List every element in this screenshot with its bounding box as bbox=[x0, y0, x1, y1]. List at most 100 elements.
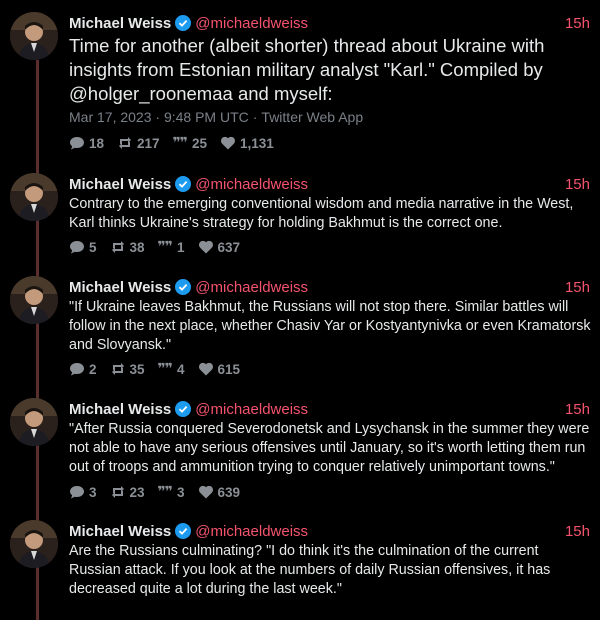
like-count: 639 bbox=[217, 484, 241, 500]
quote-count: 1 bbox=[176, 239, 185, 255]
reply-count: 5 bbox=[89, 239, 97, 255]
avatar-photo bbox=[10, 398, 58, 446]
reply-bubble-icon bbox=[70, 486, 84, 499]
heart-icon bbox=[198, 485, 213, 499]
retweet-count: 35 bbox=[129, 361, 145, 377]
retweet-icon bbox=[111, 241, 124, 253]
tweet-actions: 3 23 ❞❞ 3 639 bbox=[69, 484, 253, 500]
retweet-button[interactable]: 217 bbox=[117, 135, 160, 151]
quote-count: 3 bbox=[176, 484, 185, 500]
tweet-header: Michael Weiss @michaeldweiss 15h bbox=[69, 276, 590, 298]
tweet-time[interactable]: 15h bbox=[565, 401, 590, 418]
tweet-text: "If Ukraine leaves Bakhmut, the Russians… bbox=[69, 299, 591, 353]
like-button[interactable]: 615 bbox=[198, 361, 241, 377]
tweet-client: Twitter Web App bbox=[261, 109, 364, 125]
tweet-header: Michael Weiss @michaeldweiss 15h bbox=[69, 12, 590, 34]
tweet[interactable]: Michael Weiss @michaeldweiss 15h "If Ukr… bbox=[0, 276, 600, 381]
quote-icon: ❞❞ bbox=[157, 361, 173, 377]
author-handle[interactable]: @michaeldweiss bbox=[195, 176, 308, 193]
like-count: 1,131 bbox=[240, 135, 274, 151]
avatar-photo bbox=[10, 173, 58, 221]
retweet-button[interactable]: 35 bbox=[110, 361, 145, 377]
tweet-text: Are the Russians culminating? "I do thin… bbox=[69, 543, 551, 597]
tweet[interactable]: Michael Weiss @michaeldweiss 15h Time fo… bbox=[0, 12, 600, 157]
reply-bubble-icon bbox=[70, 363, 84, 376]
like-count: 637 bbox=[217, 239, 241, 255]
quote-icon: ❞❞ bbox=[157, 239, 173, 255]
retweet-count: 23 bbox=[129, 484, 145, 500]
author-handle[interactable]: @michaeldweiss bbox=[195, 523, 308, 540]
reply-count: 18 bbox=[89, 135, 105, 151]
avatar-photo bbox=[10, 12, 58, 60]
avatar-photo bbox=[10, 520, 58, 568]
avatar[interactable] bbox=[10, 520, 58, 568]
tweet-time[interactable]: 15h bbox=[565, 176, 590, 193]
avatar[interactable] bbox=[10, 398, 58, 446]
author-handle[interactable]: @michaeldweiss bbox=[195, 401, 308, 418]
heart-icon bbox=[198, 362, 213, 376]
quote-icon: ❞❞ bbox=[172, 135, 188, 151]
quote-count: 4 bbox=[176, 361, 185, 377]
tweet-meta: Mar 17, 2023 · 9:48 PM UTC · Twitter Web A… bbox=[69, 109, 364, 125]
like-button[interactable]: 637 bbox=[198, 239, 241, 255]
reply-count: 3 bbox=[89, 484, 97, 500]
retweet-icon bbox=[111, 363, 124, 375]
author-handle[interactable]: @michaeldweiss bbox=[195, 279, 308, 296]
tweet-date[interactable]: Mar 17, 2023 · 9:48 PM UTC bbox=[69, 109, 249, 125]
author-handle[interactable]: @michaeldweiss bbox=[195, 15, 308, 32]
tweet-actions: 18 217 ❞❞ 25 1,131 bbox=[69, 135, 287, 151]
quote-button[interactable]: ❞❞ 4 bbox=[158, 361, 185, 377]
heart-icon bbox=[198, 240, 213, 254]
like-button[interactable]: 1,131 bbox=[220, 135, 274, 151]
tweet[interactable]: Michael Weiss @michaeldweiss 15h Contrar… bbox=[0, 173, 600, 261]
author-name[interactable]: Michael Weiss bbox=[69, 401, 171, 418]
retweet-icon bbox=[111, 486, 124, 498]
retweet-icon bbox=[119, 137, 132, 149]
retweet-button[interactable]: 23 bbox=[110, 484, 145, 500]
retweet-button[interactable]: 38 bbox=[110, 239, 145, 255]
author-name[interactable]: Michael Weiss bbox=[69, 15, 171, 32]
like-count: 615 bbox=[217, 361, 241, 377]
quote-count: 25 bbox=[192, 135, 208, 151]
quote-button[interactable]: ❞❞ 25 bbox=[173, 135, 207, 151]
verified-badge-icon bbox=[175, 176, 192, 192]
verified-badge-icon bbox=[175, 279, 192, 295]
avatar[interactable] bbox=[10, 276, 58, 324]
verified-badge-icon bbox=[175, 401, 192, 417]
reply-button[interactable]: 18 bbox=[69, 135, 104, 151]
tweet-actions: 5 38 ❞❞ 1 637 bbox=[69, 239, 253, 255]
like-button[interactable]: 639 bbox=[198, 484, 241, 500]
reply-button[interactable]: 3 bbox=[69, 484, 97, 500]
quote-icon: ❞❞ bbox=[157, 484, 173, 500]
verified-badge-icon bbox=[175, 523, 192, 539]
heart-icon bbox=[221, 136, 236, 150]
quote-button[interactable]: ❞❞ 3 bbox=[158, 484, 185, 500]
retweet-count: 217 bbox=[137, 135, 160, 151]
tweet-header: Michael Weiss @michaeldweiss 15h bbox=[69, 173, 590, 195]
author-name[interactable]: Michael Weiss bbox=[69, 523, 171, 540]
reply-count: 2 bbox=[89, 361, 97, 377]
tweet[interactable]: Michael Weiss @michaeldweiss 15h "After … bbox=[0, 398, 600, 503]
avatar[interactable] bbox=[10, 12, 58, 60]
reply-button[interactable]: 5 bbox=[69, 239, 97, 255]
tweet-time[interactable]: 15h bbox=[565, 279, 590, 296]
tweet-text: Time for another (albeit shorter) thread… bbox=[69, 35, 545, 104]
avatar-photo bbox=[10, 276, 58, 324]
verified-badge-icon bbox=[175, 15, 192, 31]
tweet-time[interactable]: 15h bbox=[565, 523, 590, 540]
tweet-header: Michael Weiss @michaeldweiss 15h bbox=[69, 398, 590, 420]
reply-button[interactable]: 2 bbox=[69, 361, 97, 377]
tweet[interactable]: Michael Weiss @michaeldweiss 15h Are the… bbox=[0, 520, 600, 604]
author-name[interactable]: Michael Weiss bbox=[69, 279, 171, 296]
quote-button[interactable]: ❞❞ 1 bbox=[158, 239, 185, 255]
tweet-header: Michael Weiss @michaeldweiss 15h bbox=[69, 520, 590, 542]
tweet-time[interactable]: 15h bbox=[565, 15, 590, 32]
author-name[interactable]: Michael Weiss bbox=[69, 176, 171, 193]
reply-bubble-icon bbox=[70, 241, 84, 254]
tweet-actions: 2 35 ❞❞ 4 615 bbox=[69, 361, 253, 377]
avatar[interactable] bbox=[10, 173, 58, 221]
reply-bubble-icon bbox=[70, 137, 84, 150]
tweet-text: "After Russia conquered Severodonetsk an… bbox=[69, 421, 590, 475]
tweet-text: Contrary to the emerging conventional wi… bbox=[69, 196, 574, 231]
retweet-count: 38 bbox=[129, 239, 145, 255]
